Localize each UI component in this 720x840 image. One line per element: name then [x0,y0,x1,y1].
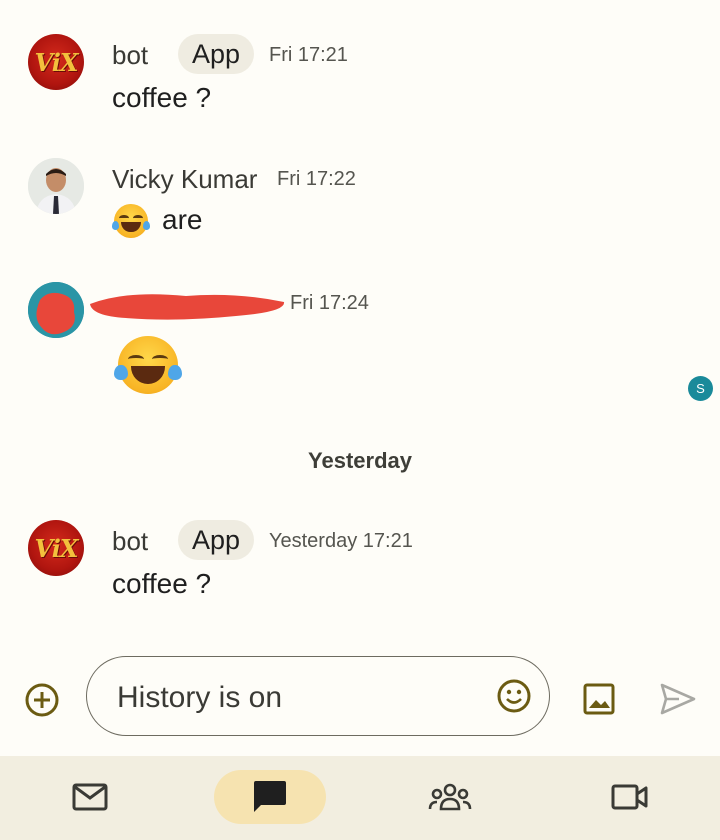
send-icon [660,683,696,715]
add-circle-icon [25,683,59,717]
nav-spaces[interactable] [420,770,480,824]
avatar[interactable]: ViX [28,34,84,90]
mail-icon [72,783,108,811]
chat-icon [254,781,286,812]
sender-name: Vicky Kumar [112,164,258,194]
message-input[interactable]: History is on [86,656,550,736]
send-button[interactable] [656,678,700,720]
message-item[interactable]: ViX bot App Fri 17:21 coffee ? [0,0,720,130]
avatar-logo-text: ViX [34,47,79,77]
groups-icon [428,783,472,811]
nav-meet[interactable] [600,770,660,824]
tears-of-joy-emoji-icon [111,204,151,238]
image-icon [583,683,615,715]
message-item[interactable]: ViX bot App Yesterday 17:21 coffee ? [0,486,720,616]
message-text: coffee ? [112,568,212,599]
message-timestamp: Fri 17:24 [290,292,369,314]
message-timestamp: Fri 17:21 [269,44,348,66]
message-text: coffee ? [112,82,212,113]
bottom-navigation [0,756,720,840]
app-badge: App [178,520,255,560]
avatar[interactable] [28,158,84,214]
date-separator: Yesterday [308,448,412,473]
tears-of-joy-emoji-icon [114,336,182,394]
message-composer: History is on [0,650,720,750]
nav-mail[interactable] [60,770,120,824]
avatar[interactable]: ViX [28,520,84,576]
message-timestamp: Yesterday 17:21 [269,530,413,552]
redaction-scribble [28,282,84,338]
sender-name: bot [112,526,149,556]
nav-chat[interactable] [214,770,326,824]
video-camera-icon [611,784,648,810]
smiley-icon [497,679,531,713]
emoji-button[interactable] [495,677,533,715]
avatar-logo-text: ViX [34,533,79,563]
image-button[interactable] [578,678,620,720]
redacted-sender-name [90,294,285,320]
message-item[interactable]: Fri 17:24 [0,270,720,410]
avatar[interactable] [28,282,84,338]
message-text: are [162,204,203,235]
read-receipt-badge: S [688,376,713,401]
message-input-placeholder: History is on [117,681,283,714]
message-timestamp: Fri 17:22 [277,168,356,190]
message-item[interactable]: Vicky Kumar Fri 17:22 are [0,140,720,250]
app-badge: App [178,34,255,74]
person-photo [28,158,84,214]
add-attachment-button[interactable] [22,680,62,720]
sender-name: bot [112,40,149,70]
